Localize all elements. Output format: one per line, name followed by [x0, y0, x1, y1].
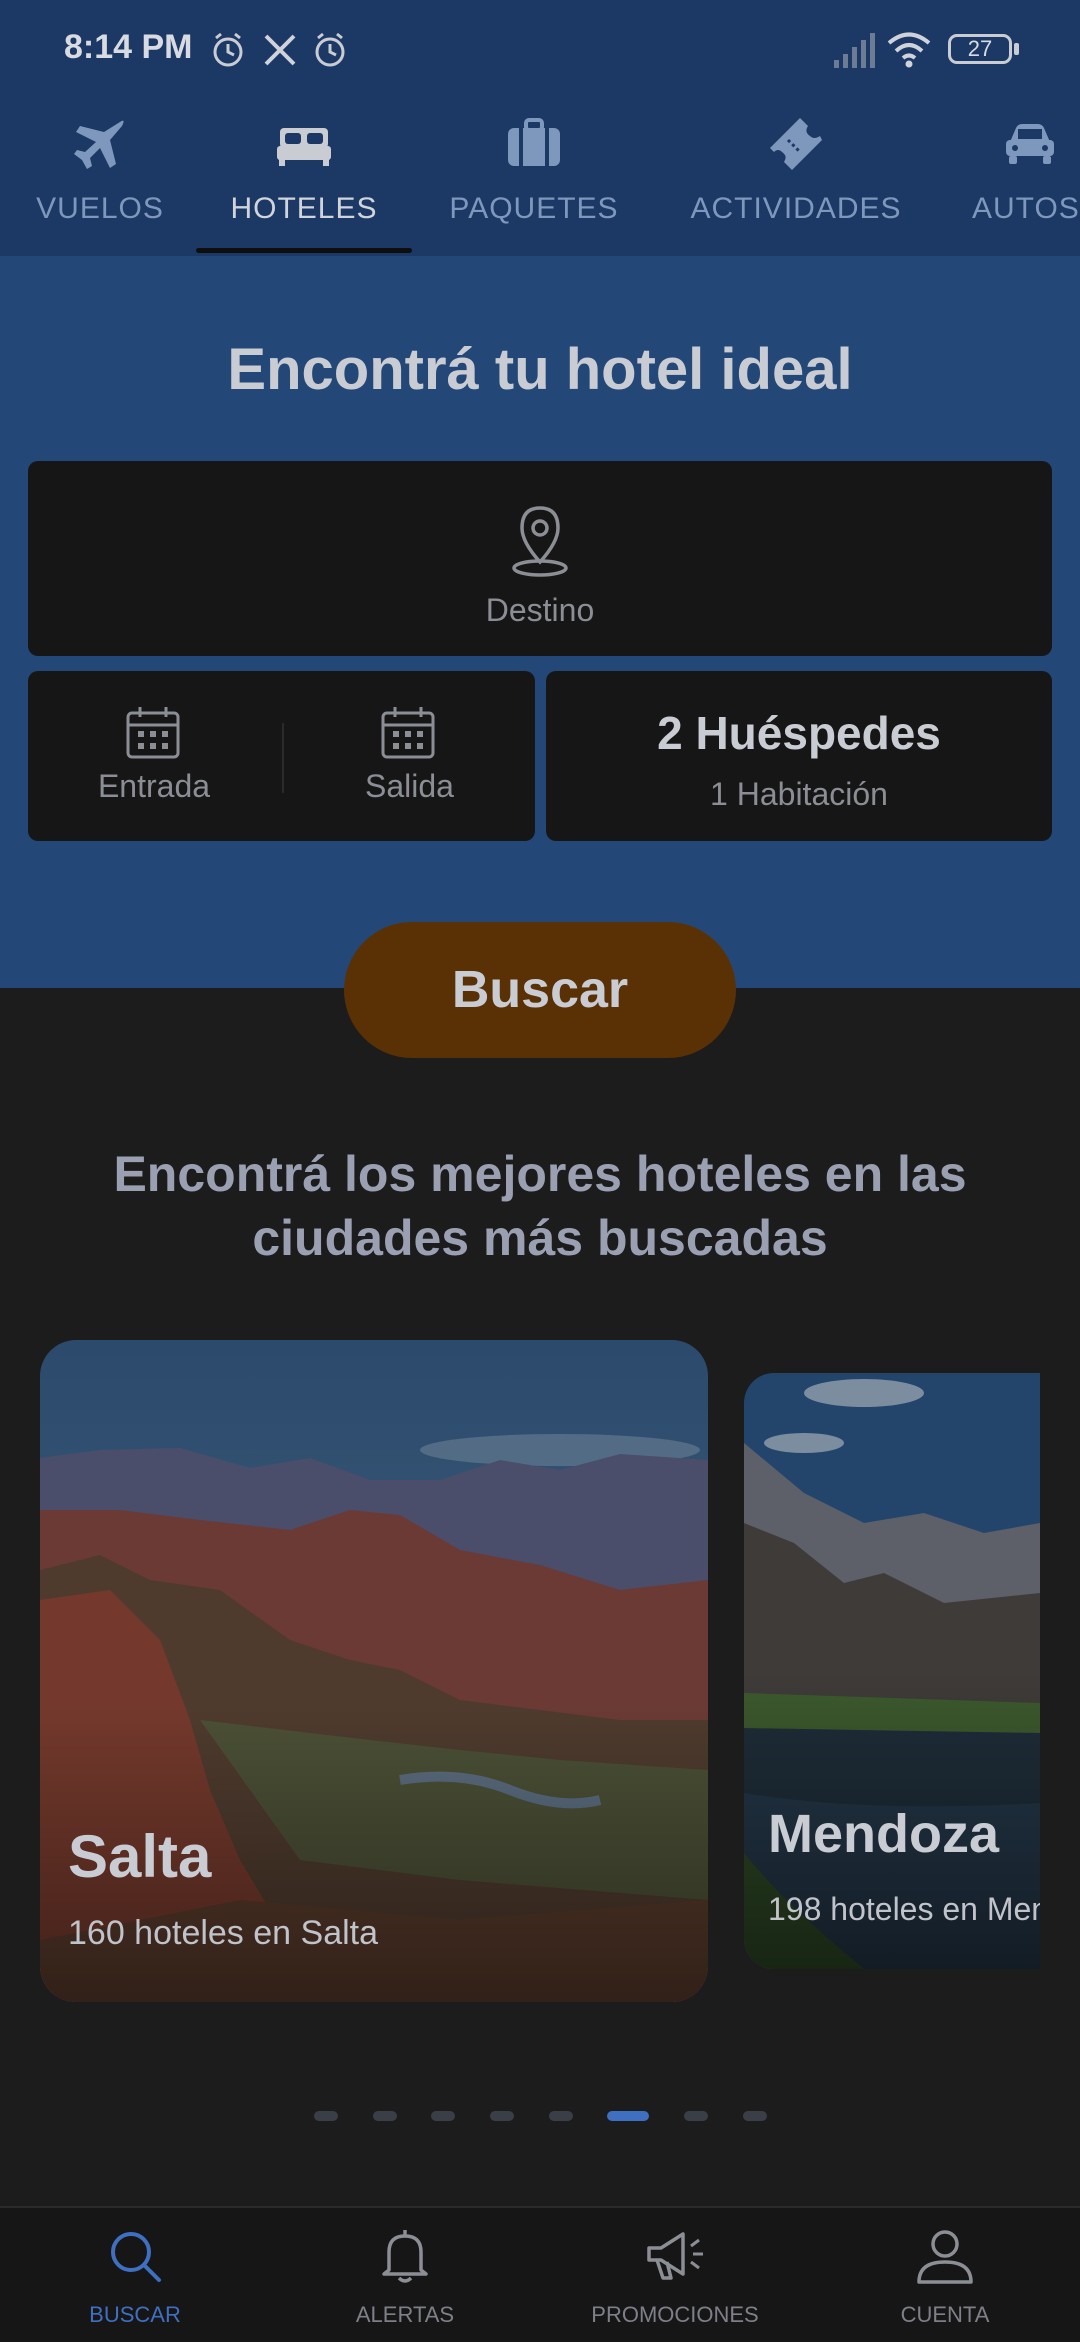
page-title: Encontrá tu hotel ideal	[227, 337, 853, 402]
city-name: Salta	[68, 1823, 212, 1890]
nav-promociones[interactable]: PROMOCIONES	[540, 2206, 810, 2340]
nav-alertas[interactable]: ALERTAS	[270, 2206, 540, 2340]
nav-buscar[interactable]: BUSCAR	[0, 2206, 270, 2340]
tab-label: HOTELES	[230, 192, 378, 225]
pager-dot[interactable]	[743, 2111, 767, 2121]
checkout-label[interactable]: Salida	[284, 768, 535, 805]
city-name: Mendoza	[768, 1804, 1000, 1864]
suitcase-icon	[508, 118, 560, 166]
pager-dot[interactable]	[684, 2111, 708, 2121]
car-icon	[1006, 124, 1054, 164]
tab-label: ACTIVIDADES	[690, 192, 902, 225]
x-logo-icon	[264, 34, 296, 66]
city-card-salta[interactable]: Salta 160 hoteles en Salta	[40, 1340, 708, 2002]
search-button[interactable]: Buscar	[344, 922, 736, 1058]
status-time: 8:14 PM	[64, 28, 193, 66]
tab-paquetes[interactable]: PAQUETES	[436, 100, 632, 256]
tab-vuelos[interactable]: VUELOS	[20, 100, 180, 256]
tab-label: AUTOS	[972, 192, 1080, 225]
nav-label: ALERTAS	[355, 2302, 455, 2327]
tab-autos[interactable]: AUTOS	[960, 100, 1080, 256]
alarm-icon	[315, 32, 345, 67]
pager-dot[interactable]	[431, 2111, 455, 2121]
nav-label: PROMOCIONES	[591, 2302, 759, 2327]
salta-landscape-image	[40, 1340, 708, 2002]
city-card-mendoza[interactable]: Mendoza 198 hoteles en Mendoza	[744, 1373, 1040, 1969]
user-icon	[917, 2230, 973, 2284]
bed-icon	[277, 128, 331, 166]
bell-icon	[382, 2230, 428, 2283]
pager-dot[interactable]	[373, 2111, 397, 2121]
cities-section-title: Encontrá los mejores hoteles en las ciud…	[113, 1146, 967, 1266]
tab-label: PAQUETES	[449, 192, 619, 225]
pager-dot[interactable]	[490, 2111, 514, 2121]
wifi-icon	[887, 32, 931, 68]
category-tab-bar: VUELOS HOTELES PAQUETES ACTIVIDADES AUTO…	[0, 100, 1080, 256]
destination-placeholder: Destino	[485, 592, 595, 628]
battery-tip	[1014, 43, 1019, 55]
battery-icon: 27	[948, 34, 1012, 64]
calendar-icon[interactable]	[379, 703, 437, 761]
plane-icon	[74, 120, 124, 169]
checkin-label[interactable]: Entrada	[28, 768, 280, 805]
nav-label: BUSCAR	[89, 2302, 181, 2327]
calendar-icon[interactable]	[124, 703, 182, 761]
location-pin-icon	[512, 506, 568, 577]
city-hotel-count: 198 hoteles en Mendoza	[768, 1891, 1040, 1927]
tab-hoteles[interactable]: HOTELES	[196, 100, 412, 256]
rooms-count: 1 Habitación	[710, 776, 888, 812]
guests-count: 2 Huéspedes	[657, 707, 941, 759]
pager-dot[interactable]	[549, 2111, 573, 2121]
ticket-icon	[770, 118, 822, 170]
mendoza-landscape-image	[744, 1373, 1040, 1969]
pager-dot[interactable]	[314, 2111, 338, 2121]
tab-actividades[interactable]: ACTIVIDADES	[680, 100, 912, 256]
alarm-icon	[213, 32, 243, 67]
signal-icon	[834, 33, 875, 68]
search-icon	[111, 2232, 161, 2282]
pager-dot-active[interactable]	[607, 2111, 649, 2121]
nav-label: CUENTA	[900, 2302, 990, 2327]
tab-label: VUELOS	[36, 192, 164, 225]
megaphone-icon	[647, 2232, 703, 2280]
nav-cuenta[interactable]: CUENTA	[810, 2206, 1080, 2340]
city-hotel-count: 160 hoteles en Salta	[68, 1914, 379, 1952]
active-tab-indicator	[196, 248, 412, 253]
